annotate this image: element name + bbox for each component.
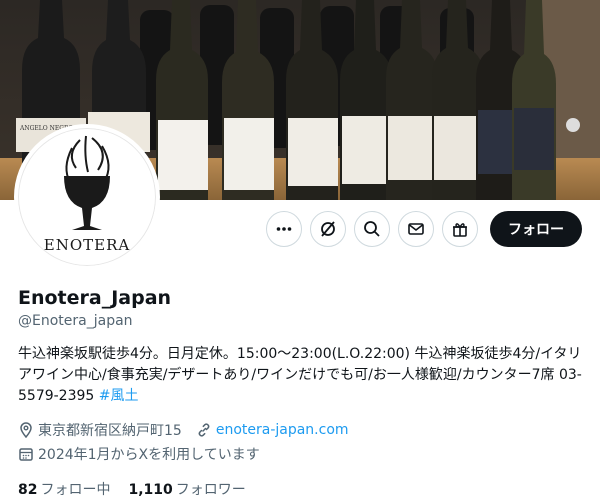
search-button[interactable] — [354, 211, 390, 247]
profile-bio: 牛込神楽坂駅徒歩4分。日月定休。15:00～23:00(L.O.22:00) 牛… — [18, 344, 588, 407]
search-icon — [364, 221, 380, 237]
profile-meta-row: 東京都新宿区納戸町15 enotera-japan.com — [18, 420, 349, 440]
location-icon — [18, 422, 34, 438]
followers-label: フォロワー — [175, 482, 246, 498]
grok-icon — [321, 221, 335, 237]
location-text: 東京都新宿区納戸町15 — [38, 423, 182, 439]
gift-icon — [453, 223, 467, 237]
link-icon — [196, 422, 212, 438]
joined-text: 2024年1月からXを利用しています — [38, 447, 260, 463]
display-name: Enotera_Japan — [18, 287, 172, 309]
joined-row: 2024年1月からXを利用しています — [18, 444, 260, 464]
follow-stats: 82 フォロー中 1,110 フォロワー — [18, 479, 246, 499]
following-count: 82 — [18, 482, 38, 498]
following-label: フォロー中 — [40, 482, 111, 498]
more-horizontal-icon — [276, 227, 292, 231]
mail-icon — [408, 223, 424, 235]
profile-actions: フォロー — [266, 211, 582, 247]
follow-button[interactable]: フォロー — [490, 211, 582, 247]
followers-stat[interactable]: 1,110 フォロワー — [128, 479, 245, 499]
followers-count: 1,110 — [128, 482, 173, 498]
more-button[interactable] — [266, 211, 302, 247]
grok-button[interactable] — [310, 211, 346, 247]
following-stat[interactable]: 82 フォロー中 — [18, 479, 110, 499]
avatar[interactable]: ENOTERA — [14, 124, 160, 270]
bio-hashtag-link[interactable]: #風土 — [99, 388, 139, 404]
user-handle: @Enotera_japan — [18, 313, 133, 329]
subscribe-button[interactable] — [442, 211, 478, 247]
calendar-icon — [18, 446, 34, 462]
avatar-logo-text: ENOTERA — [43, 236, 131, 254]
website-link[interactable]: enotera-japan.com — [216, 422, 349, 438]
message-button[interactable] — [398, 211, 434, 247]
